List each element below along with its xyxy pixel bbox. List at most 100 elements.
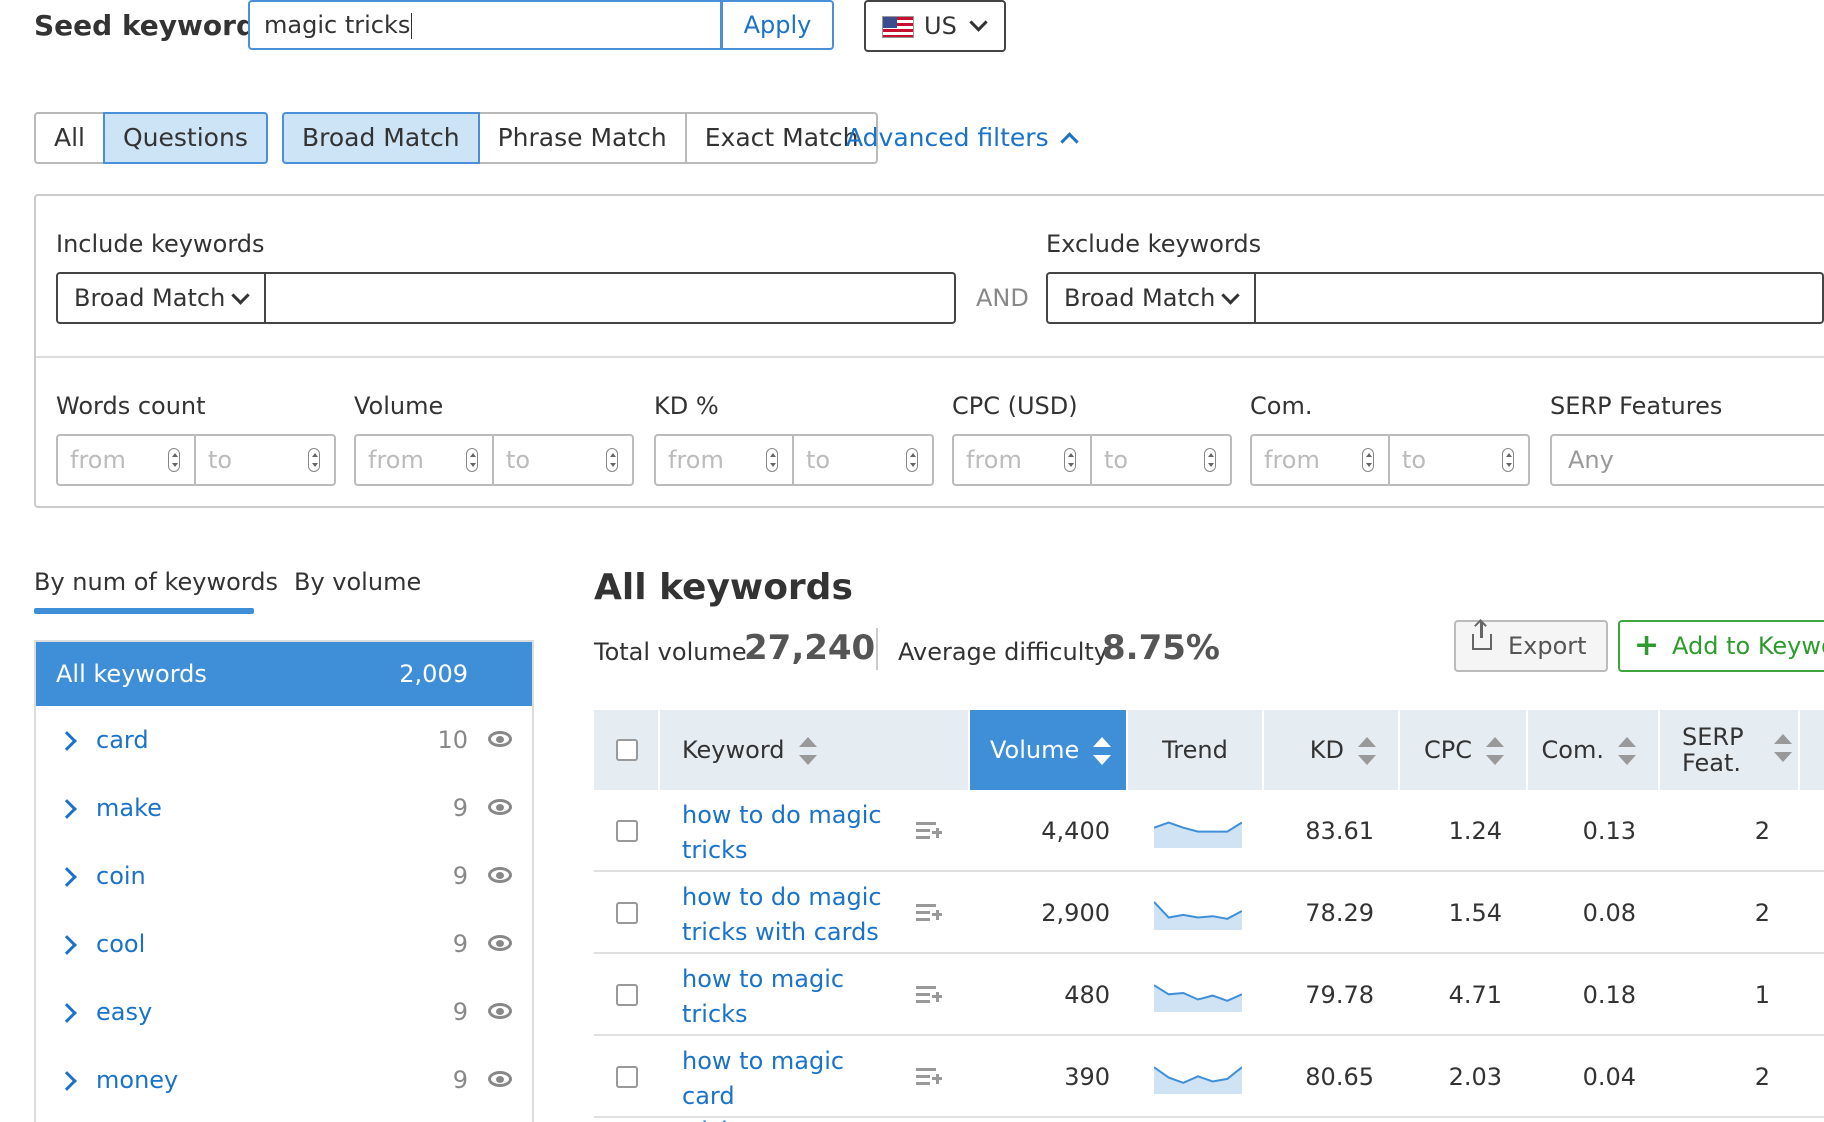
chevron-right-icon[interactable] — [57, 867, 77, 887]
add-to-keyword-list-button[interactable]: + Add to Keyword — [1618, 620, 1824, 672]
eye-icon[interactable] — [488, 799, 512, 815]
tab-broad-match[interactable]: Broad Match — [282, 112, 480, 164]
chevron-right-icon[interactable] — [57, 1071, 77, 1091]
column-cpc[interactable]: CPC — [1400, 710, 1528, 790]
sort-icon[interactable] — [1774, 734, 1792, 762]
cpc-from[interactable]: from — [952, 434, 1092, 486]
column-volume[interactable]: Volume — [970, 710, 1128, 790]
group-all-keywords[interactable]: All keywords 2,009 — [36, 642, 532, 706]
spinner-icon[interactable] — [1204, 448, 1216, 472]
group-name[interactable]: make — [96, 774, 162, 842]
spinner-icon[interactable] — [1362, 448, 1374, 472]
row-checkbox[interactable] — [616, 1066, 638, 1088]
keyword-line[interactable]: how to do magic — [682, 880, 882, 915]
tab-by-num-of-keywords[interactable]: By num of keywords — [34, 566, 278, 598]
words-count-from[interactable]: from — [56, 434, 196, 486]
group-item[interactable]: cool 9 — [36, 910, 532, 978]
keyword-line[interactable]: how to do magic — [682, 798, 882, 833]
advanced-filters-toggle[interactable]: Advanced filters — [846, 118, 1079, 158]
eye-icon[interactable] — [488, 867, 512, 883]
group-name[interactable]: easy — [96, 978, 152, 1046]
sort-icon[interactable] — [1618, 737, 1636, 765]
add-to-list-icon[interactable] — [916, 1068, 942, 1086]
spinner-icon[interactable] — [1064, 448, 1076, 472]
cpc-to[interactable]: to — [1092, 434, 1232, 486]
keyword-line[interactable]: how to magic card — [682, 1044, 882, 1114]
apply-button[interactable]: Apply — [722, 0, 834, 50]
eye-icon[interactable] — [488, 1071, 512, 1087]
keyword-line[interactable]: tricks — [682, 997, 882, 1032]
spinner-icon[interactable] — [606, 448, 618, 472]
stat-divider — [876, 628, 878, 670]
table-row: how to magic tricks 480 79.78 4.71 0.18 1 — [594, 954, 1824, 1036]
row-checkbox[interactable] — [616, 984, 638, 1006]
com-to[interactable]: to — [1390, 434, 1530, 486]
group-name[interactable]: coin — [96, 842, 146, 910]
export-button[interactable]: Export — [1454, 620, 1608, 672]
keyword-link[interactable]: how to do magic tricks with cards — [682, 880, 882, 950]
add-to-list-icon[interactable] — [916, 822, 942, 840]
seed-keyword-input[interactable]: magic tricks — [248, 0, 722, 50]
sort-icon[interactable] — [1093, 737, 1112, 765]
spinner-icon[interactable] — [168, 448, 180, 472]
sort-icon[interactable] — [798, 737, 817, 765]
add-to-list-icon[interactable] — [916, 986, 942, 1004]
group-item[interactable]: card 10 — [36, 706, 532, 774]
tab-phrase-match[interactable]: Phrase Match — [477, 112, 687, 164]
group-item[interactable]: make 9 — [36, 774, 532, 842]
kd-from[interactable]: from — [654, 434, 794, 486]
sort-icon[interactable] — [1486, 737, 1504, 765]
tab-all[interactable]: All — [34, 112, 105, 164]
keyword-line[interactable]: tricks — [682, 1114, 882, 1122]
country-dropdown[interactable]: US — [864, 0, 1006, 52]
kd-to[interactable]: to — [794, 434, 934, 486]
spinner-icon[interactable] — [466, 448, 478, 472]
keyword-magic-tool: Seed keyword: magic tricks Apply US All … — [0, 0, 1824, 1122]
include-keywords-input[interactable] — [266, 272, 956, 324]
tab-by-volume[interactable]: By volume — [294, 566, 421, 598]
group-name[interactable]: money — [96, 1046, 178, 1114]
tab-questions[interactable]: Questions — [103, 112, 268, 164]
from-placeholder: from — [1264, 446, 1320, 474]
chevron-right-icon[interactable] — [57, 731, 77, 751]
keyword-link[interactable]: how to do magic tricks — [682, 798, 882, 868]
keyword-link[interactable]: how to magic tricks — [682, 962, 882, 1032]
row-checkbox[interactable] — [616, 820, 638, 842]
spinner-icon[interactable] — [766, 448, 778, 472]
group-item[interactable]: coin 9 — [36, 842, 532, 910]
eye-icon[interactable] — [488, 1003, 512, 1019]
sort-icon[interactable] — [1358, 737, 1376, 765]
keyword-line[interactable]: tricks — [682, 833, 882, 868]
column-com[interactable]: Com. — [1528, 710, 1660, 790]
volume-to[interactable]: to — [494, 434, 634, 486]
chevron-right-icon[interactable] — [57, 935, 77, 955]
exclude-keywords-input[interactable] — [1256, 272, 1824, 324]
column-kd[interactable]: KD — [1264, 710, 1400, 790]
com-from[interactable]: from — [1250, 434, 1390, 486]
group-item[interactable]: money 9 — [36, 1046, 532, 1114]
keyword-link[interactable]: how to magic cardtricks — [682, 1044, 882, 1122]
trend-area — [1154, 1067, 1242, 1094]
column-serp-features[interactable]: SERP Feat. — [1660, 710, 1800, 790]
spinner-icon[interactable] — [906, 448, 918, 472]
add-to-list-icon[interactable] — [916, 904, 942, 922]
chevron-right-icon[interactable] — [57, 1003, 77, 1023]
exclude-match-dropdown[interactable]: Broad Match — [1046, 272, 1256, 324]
row-checkbox[interactable] — [616, 902, 638, 924]
select-all-checkbox[interactable] — [616, 739, 638, 761]
serp-features-select[interactable]: Any — [1550, 434, 1824, 486]
keyword-line[interactable]: how to magic — [682, 962, 882, 997]
spinner-icon[interactable] — [1502, 448, 1514, 472]
volume-from[interactable]: from — [354, 434, 494, 486]
words-count-to[interactable]: to — [196, 434, 336, 486]
include-match-dropdown[interactable]: Broad Match — [56, 272, 266, 324]
chevron-right-icon[interactable] — [57, 799, 77, 819]
eye-icon[interactable] — [488, 731, 512, 747]
group-name[interactable]: card — [96, 706, 149, 774]
group-item[interactable]: easy 9 — [36, 978, 532, 1046]
keyword-line[interactable]: tricks with cards — [682, 915, 882, 950]
spinner-icon[interactable] — [308, 448, 320, 472]
column-keyword[interactable]: Keyword — [660, 710, 970, 790]
group-name[interactable]: cool — [96, 910, 145, 978]
eye-icon[interactable] — [488, 935, 512, 951]
